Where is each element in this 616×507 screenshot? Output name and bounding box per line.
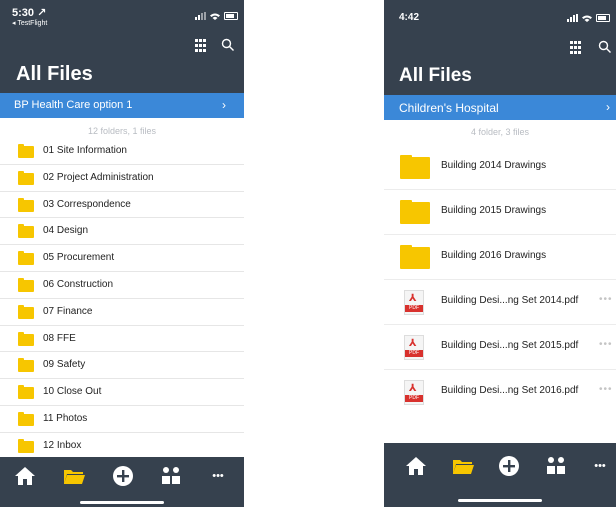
search-icon[interactable] bbox=[598, 40, 612, 54]
header: 4:42 All Files bbox=[384, 0, 616, 95]
apps-icon[interactable] bbox=[544, 454, 568, 478]
tab-bar: ••• bbox=[0, 457, 244, 507]
search-icon[interactable] bbox=[221, 38, 235, 52]
folder-icon bbox=[400, 200, 430, 224]
tab-bar: ••• bbox=[384, 443, 616, 507]
folder-icon bbox=[18, 331, 34, 346]
folder-icon bbox=[18, 144, 34, 158]
project-banner[interactable]: BP Health Care option 1 › bbox=[0, 93, 244, 118]
pdf-icon: ⅄ PDF bbox=[404, 380, 424, 405]
item-count: 12 folders, 1 files bbox=[87, 126, 157, 136]
pdf-icon: ⅄ PDF bbox=[404, 290, 424, 315]
project-name: BP Health Care option 1 bbox=[14, 99, 133, 111]
list-item[interactable]: 01 Site Information bbox=[0, 138, 244, 165]
folder-icon bbox=[400, 245, 430, 269]
list-item[interactable]: 06 Construction bbox=[0, 272, 244, 299]
more-options-icon[interactable]: ••• bbox=[599, 339, 613, 350]
right-phone-screen: 4:42 All Files Children's Hospital › 4 f… bbox=[384, 0, 616, 507]
folder-icon[interactable] bbox=[451, 454, 475, 478]
list-item[interactable]: 04 Design bbox=[0, 218, 244, 246]
folder-icon bbox=[18, 385, 34, 400]
status-icons bbox=[195, 12, 238, 20]
folder-icon bbox=[18, 438, 34, 453]
list-item[interactable]: 03 Correspondence bbox=[0, 192, 244, 219]
project-banner[interactable]: Children's Hospital › bbox=[384, 95, 616, 120]
left-phone-screen: 5:30 ↗ ◂ TestFlight All Files BP Health … bbox=[0, 0, 244, 507]
back-to-testflight[interactable]: ◂ TestFlight bbox=[12, 19, 47, 27]
wifi-icon bbox=[210, 13, 220, 20]
list-item[interactable]: 10 Close Out bbox=[0, 379, 244, 406]
more-options-icon[interactable]: ••• bbox=[599, 384, 613, 395]
battery-icon bbox=[224, 12, 238, 20]
more-options-icon[interactable]: ••• bbox=[599, 294, 613, 305]
add-icon[interactable] bbox=[497, 454, 521, 478]
list-item[interactable]: 07 Finance bbox=[0, 299, 244, 326]
pdf-icon: ⅄ PDF bbox=[404, 335, 424, 360]
list-item[interactable]: Building 2015 Drawings bbox=[384, 190, 616, 235]
home-icon[interactable] bbox=[404, 454, 428, 478]
folder-icon bbox=[18, 170, 34, 185]
folder-icon[interactable] bbox=[62, 464, 86, 488]
battery-icon bbox=[596, 14, 610, 22]
list-item[interactable]: 02 Project Administration bbox=[0, 165, 244, 192]
status-time: 4:42 bbox=[399, 12, 420, 23]
status-icons bbox=[567, 14, 610, 22]
signal-icon bbox=[567, 14, 578, 22]
item-count: 4 folder, 3 files bbox=[470, 127, 530, 137]
home-indicator bbox=[458, 499, 542, 502]
chevron-right-icon: › bbox=[606, 100, 610, 114]
folder-icon bbox=[18, 411, 34, 426]
folder-icon bbox=[18, 224, 34, 239]
list-item[interactable]: Building 2016 Drawings bbox=[384, 235, 616, 280]
folder-icon bbox=[18, 304, 34, 319]
home-icon[interactable] bbox=[13, 464, 37, 488]
header: 5:30 ↗ ◂ TestFlight All Files bbox=[0, 0, 244, 93]
list-item[interactable]: 08 FFE bbox=[0, 326, 244, 353]
wifi-icon bbox=[582, 15, 592, 22]
page-title: All Files bbox=[399, 65, 472, 86]
list-item[interactable]: Building 2014 Drawings bbox=[384, 145, 616, 190]
grid-view-icon[interactable] bbox=[195, 39, 209, 53]
home-indicator bbox=[80, 501, 164, 504]
list-item[interactable]: 09 Safety bbox=[0, 352, 244, 380]
grid-view-icon[interactable] bbox=[570, 41, 584, 55]
list-item[interactable]: 11 Photos bbox=[0, 406, 244, 433]
chevron-right-icon: › bbox=[222, 98, 226, 112]
more-icon[interactable]: ••• bbox=[206, 464, 230, 488]
folder-icon bbox=[18, 251, 34, 266]
list-item[interactable]: ⅄ PDF Building Desi...ng Set 2016.pdf ••• bbox=[384, 370, 616, 415]
project-name: Children's Hospital bbox=[399, 101, 499, 115]
more-icon[interactable]: ••• bbox=[588, 454, 612, 478]
file-list: 01 Site Information 02 Project Administr… bbox=[0, 138, 244, 460]
list-item[interactable]: 12 Inbox bbox=[0, 433, 244, 460]
folder-icon bbox=[18, 197, 34, 212]
list-item[interactable]: ⅄ PDF Building Desi...ng Set 2015.pdf ••• bbox=[384, 325, 616, 370]
folder-icon bbox=[18, 277, 34, 292]
file-list: Building 2014 Drawings Building 2015 Dra… bbox=[384, 145, 616, 415]
add-icon[interactable] bbox=[111, 464, 135, 488]
page-title: All Files bbox=[16, 63, 93, 85]
status-time: 5:30 ↗ bbox=[12, 7, 47, 19]
apps-icon[interactable] bbox=[159, 464, 183, 488]
signal-icon bbox=[195, 12, 206, 20]
folder-icon bbox=[18, 358, 34, 373]
list-item[interactable]: ⅄ PDF Building Desi...ng Set 2014.pdf ••• bbox=[384, 280, 616, 325]
list-item[interactable]: 05 Procurement bbox=[0, 245, 244, 272]
folder-icon bbox=[400, 155, 430, 179]
